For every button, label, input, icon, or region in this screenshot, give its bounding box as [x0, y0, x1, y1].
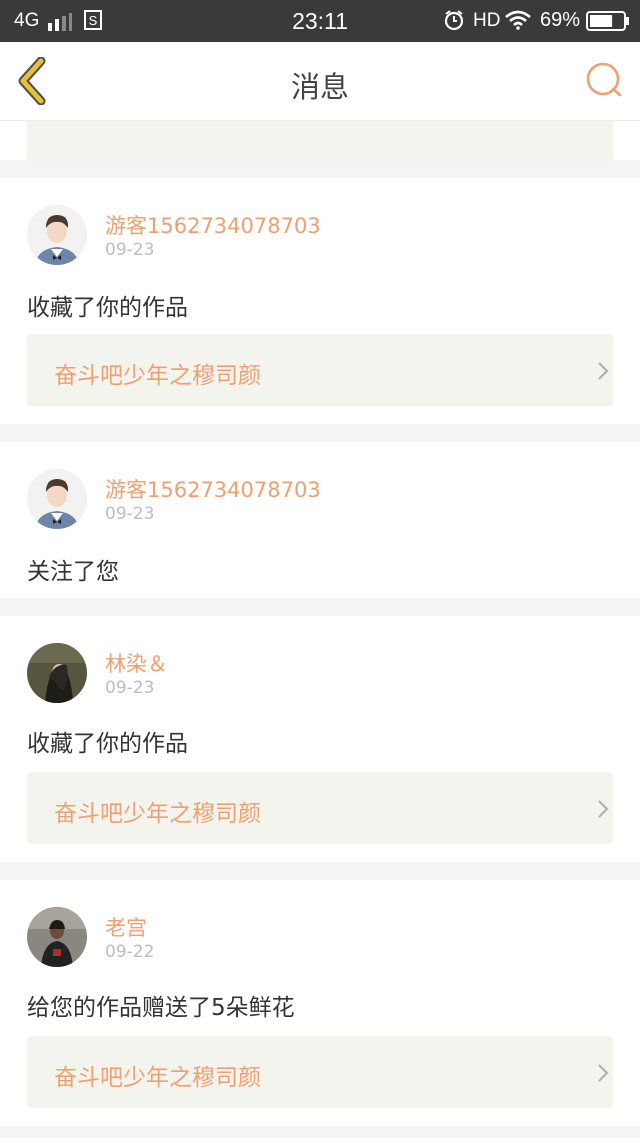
wifi-icon — [505, 10, 531, 30]
list-item: 林染＆ 09-23 收藏了你的作品 奋斗吧少年之穆司颜 — [0, 616, 640, 862]
work-link[interactable]: 奋斗吧少年之穆司颜 — [27, 1036, 613, 1108]
message-date: 09-23 — [105, 504, 155, 524]
list-item-partial — [0, 120, 640, 162]
message-text: 给您的作品赠送了5朵鲜花 — [27, 995, 295, 1021]
work-title: 奋斗吧少年之穆司颜 — [54, 801, 261, 827]
chevron-right-icon — [598, 800, 609, 818]
chevron-right-icon — [598, 1064, 609, 1082]
username[interactable]: 老宫 — [105, 912, 147, 942]
message-text: 收藏了你的作品 — [27, 731, 188, 757]
hd-indicator: HD — [473, 10, 501, 31]
message-date: 09-22 — [105, 942, 155, 962]
message-text: 收藏了你的作品 — [27, 295, 188, 321]
alarm-icon — [444, 10, 464, 31]
list-item: 游客1562734078703 09-23 关注了您 — [0, 442, 640, 598]
message-text: 关注了您 — [27, 559, 119, 585]
avatar-man-red-shirt-icon[interactable] — [27, 907, 87, 967]
username[interactable]: 林染＆ — [105, 648, 168, 678]
message-date: 09-23 — [105, 240, 155, 260]
username[interactable]: 游客1562734078703 — [105, 210, 321, 240]
list-item: 游客1562734078703 09-23 收藏了你的作品 奋斗吧少年之穆司颜 — [0, 178, 640, 424]
work-title: 奋斗吧少年之穆司颜 — [54, 363, 261, 389]
work-title: 奋斗吧少年之穆司颜 — [54, 1065, 261, 1091]
search-icon[interactable] — [584, 60, 624, 100]
page-title: 消息 — [290, 70, 349, 104]
battery-icon — [586, 11, 629, 31]
work-link-partial[interactable] — [27, 120, 613, 162]
message-date: 09-23 — [105, 678, 155, 698]
status-bar: 4G S 23:11 HD 69% — [0, 0, 640, 42]
list-item: 老宫 09-22 给您的作品赠送了5朵鲜花 奋斗吧少年之穆司颜 — [0, 880, 640, 1126]
message-list: 游客1562734078703 09-23 收藏了你的作品 奋斗吧少年之穆司颜 … — [0, 120, 640, 1138]
work-link[interactable]: 奋斗吧少年之穆司颜 — [27, 334, 613, 406]
nav-bar: 消息 — [0, 42, 640, 121]
work-link[interactable]: 奋斗吧少年之穆司颜 — [27, 772, 613, 844]
battery-percent: 69% — [540, 9, 581, 31]
chevron-right-icon — [598, 362, 609, 380]
avatar-dark-photo-icon[interactable] — [27, 643, 87, 703]
username[interactable]: 游客1562734078703 — [105, 474, 321, 504]
avatar-young-man-icon[interactable] — [27, 205, 87, 265]
avatar-young-man-icon[interactable] — [27, 469, 87, 529]
